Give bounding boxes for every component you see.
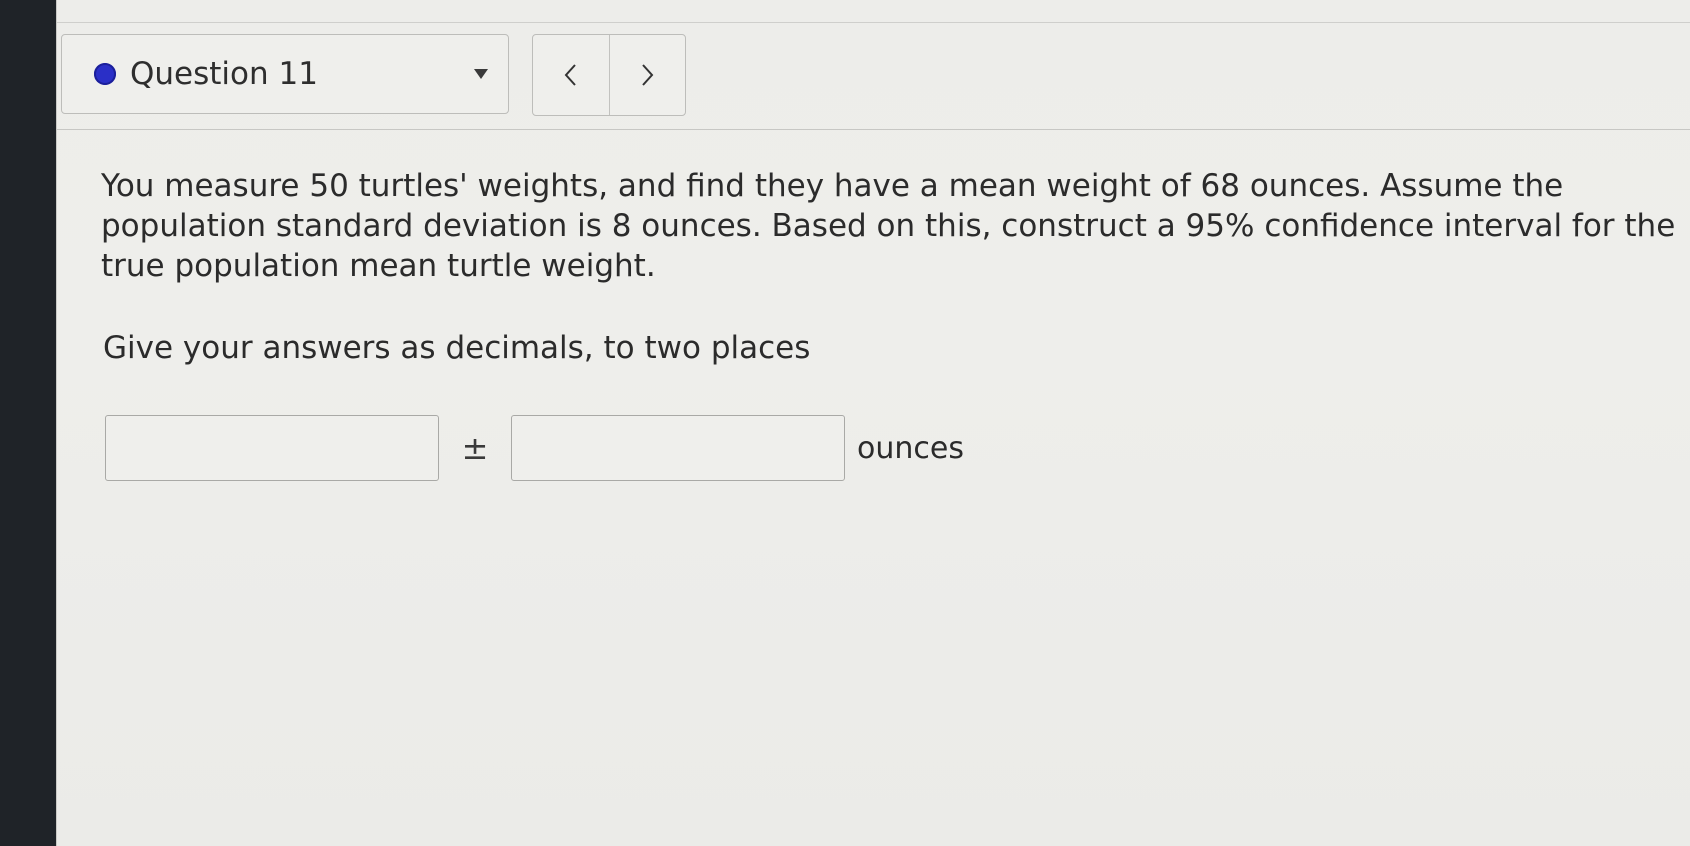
answer-row: ± ounces [105, 412, 964, 484]
question-text: You measure 50 turtles' weights, and fin… [101, 168, 1676, 284]
point-estimate-input[interactable] [105, 415, 439, 481]
question-navigation [532, 34, 686, 116]
caret-down-icon [474, 69, 488, 79]
chevron-left-icon [564, 64, 576, 86]
question-status-dot [94, 63, 116, 85]
top-divider [57, 22, 1690, 23]
margin-of-error-input[interactable] [511, 415, 845, 481]
question-selector-dropdown[interactable]: Question 11 [61, 34, 509, 114]
plus-minus-sign: ± [461, 429, 489, 467]
question-title: Question 11 [130, 56, 318, 92]
header-divider [57, 129, 1690, 130]
next-question-button[interactable] [608, 35, 686, 115]
unit-label: ounces [857, 430, 964, 466]
question-page: Question 11 You measure 50 turtles' weig… [56, 0, 1690, 846]
previous-question-button[interactable] [533, 35, 609, 115]
chevron-right-icon [642, 64, 654, 86]
answer-instruction: Give your answers as decimals, to two pl… [103, 330, 811, 366]
